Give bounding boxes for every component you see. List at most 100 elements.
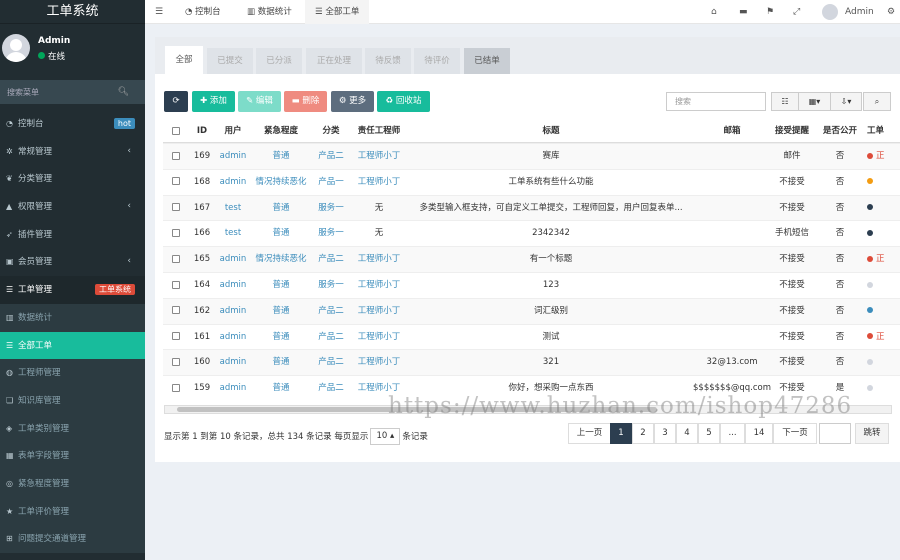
cell-engineer[interactable]: 工程师小丁 xyxy=(349,273,409,298)
col-public[interactable]: 是否公开 xyxy=(819,119,861,143)
cell-category[interactable]: 产品一 xyxy=(313,170,349,195)
sidebar-item-ticket-types[interactable]: ◈ 工单类别管理 xyxy=(0,414,145,443)
sidebar-item-category[interactable]: ❦ 分类管理 xyxy=(0,165,145,193)
row-checkbox[interactable] xyxy=(169,376,183,401)
row-checkbox[interactable] xyxy=(169,273,183,298)
page-1-button[interactable]: 1 xyxy=(610,423,632,444)
row-checkbox[interactable] xyxy=(169,196,183,221)
row-checkbox[interactable] xyxy=(169,221,183,246)
sidebar-item-engineers[interactable]: ◍ 工程师管理 xyxy=(0,359,145,387)
cell-urgency[interactable]: 普通 xyxy=(251,144,311,169)
add-button[interactable]: ✚ 添加 xyxy=(192,91,235,112)
table-row[interactable]: 169 admin 普通 产品二 工程师小丁 赛库 邮件 否 正 xyxy=(163,143,900,169)
sidebar-item-auth[interactable]: ▲ 权限管理 ‹ xyxy=(0,193,145,221)
cell-user[interactable]: admin xyxy=(215,273,251,298)
cell-urgency[interactable]: 普通 xyxy=(251,325,311,350)
more-button[interactable]: ⚙ 更多 xyxy=(331,91,374,112)
col-engineer[interactable]: 责任工程师 xyxy=(349,119,409,143)
export-button[interactable]: ⇩▾ xyxy=(830,92,862,111)
toggle-view-button[interactable]: ☷ xyxy=(771,92,799,111)
per-page-select[interactable]: 10 ▴ xyxy=(370,428,401,445)
admin-name[interactable]: Admin xyxy=(845,0,874,24)
columns-button[interactable]: ▦▾ xyxy=(798,92,831,111)
table-row[interactable]: 162 admin 普通 产品二 工程师小丁 词汇级别 不接受 否 xyxy=(163,297,900,324)
cell-category[interactable]: 产品二 xyxy=(313,247,349,272)
cell-urgency[interactable]: 普通 xyxy=(251,376,311,401)
row-checkbox[interactable] xyxy=(169,144,183,169)
cell-urgency[interactable]: 情况持续恶化 xyxy=(251,247,311,272)
col-category[interactable]: 分类 xyxy=(313,119,349,143)
table-row[interactable]: 167 test 普通 服务一无多类型输入框支持，可自定义工单提交，工程师回复，用户回… xyxy=(163,194,900,221)
sidebar-item-statistics[interactable]: ▥ 数据统计 xyxy=(0,303,145,332)
bars-icon[interactable]: ☰ xyxy=(155,0,163,24)
row-checkbox[interactable] xyxy=(169,325,183,350)
prev-page-button[interactable]: 上一页 xyxy=(568,423,611,444)
next-page-button[interactable]: 下一页 xyxy=(773,423,817,444)
refresh-button[interactable]: ⟳ xyxy=(164,91,188,112)
cell-urgency[interactable]: 普通 xyxy=(251,221,311,246)
sidebar-item-urgency[interactable]: ◎ 紧急程度管理 xyxy=(0,469,145,498)
tab-statistics[interactable]: ▥ 数据统计 xyxy=(237,0,302,24)
page-jump-button[interactable]: 跳转 xyxy=(855,423,889,444)
sidebar-search-input[interactable] xyxy=(0,80,120,104)
table-row[interactable]: 164 admin 普通 服务一 工程师小丁 123 不接受 否 xyxy=(163,272,900,298)
cell-user[interactable]: test xyxy=(215,221,251,246)
cell-user[interactable]: admin xyxy=(215,376,251,401)
page-jump-input[interactable] xyxy=(819,423,851,444)
cell-category[interactable]: 服务一 xyxy=(313,221,349,246)
tab-pending-feedback[interactable]: 待反馈 xyxy=(365,48,411,74)
col-remind[interactable]: 接受提醒 xyxy=(763,119,821,143)
col-id[interactable]: ID xyxy=(191,119,213,143)
sidebar-item-members[interactable]: ▣ 会员管理 ‹ xyxy=(0,248,145,276)
row-checkbox[interactable] xyxy=(169,350,183,375)
table-row[interactable]: 161 admin 普通 产品二 工程师小丁 测试 不接受 否 正 xyxy=(163,323,900,350)
col-user[interactable]: 用户 xyxy=(215,119,251,143)
tab-dashboard[interactable]: ◔ 控制台 xyxy=(175,0,231,24)
row-checkbox[interactable] xyxy=(169,247,183,272)
tab-pending-rating[interactable]: 待评价 xyxy=(414,48,460,74)
sidebar-item-all-tickets[interactable]: ☰ 全部工单 xyxy=(0,331,145,360)
fullscreen-icon[interactable]: ⤢ xyxy=(793,0,800,24)
search-icon[interactable]: 🔍︎ xyxy=(118,87,129,97)
col-status[interactable]: 工单 xyxy=(867,119,900,143)
page-14-button[interactable]: 14 xyxy=(745,423,773,444)
cell-category[interactable]: 产品二 xyxy=(313,350,349,375)
sidebar-item-ratings[interactable]: ★ 工单评价管理 xyxy=(0,497,145,526)
cell-category[interactable]: 产品二 xyxy=(313,299,349,324)
translate-icon[interactable]: ⚑ xyxy=(766,0,774,24)
sidebar-item-dashboard[interactable]: ◔ 控制台 hot xyxy=(0,110,145,138)
table-row[interactable]: 160 admin 普通 产品二 工程师小丁 321 32@13.com 不接受 否 xyxy=(163,349,900,376)
advanced-search-button[interactable]: ⌕ xyxy=(863,92,891,111)
page-3-button[interactable]: 3 xyxy=(654,423,676,444)
edit-button[interactable]: ✎ 编辑 xyxy=(238,91,281,112)
delete-button[interactable]: ▬ 删除 xyxy=(284,91,327,112)
cell-category[interactable]: 产品二 xyxy=(313,325,349,350)
home-icon[interactable]: ⌂ xyxy=(711,0,717,24)
cell-engineer[interactable]: 无 xyxy=(349,196,409,221)
cell-urgency[interactable]: 普通 xyxy=(251,196,311,221)
tab-all-tickets[interactable]: ☰ 全部工单 xyxy=(305,0,370,24)
sidebar-item-knowledge[interactable]: ❏ 知识库管理 xyxy=(0,386,145,415)
cell-user[interactable]: admin xyxy=(215,325,251,350)
row-checkbox[interactable] xyxy=(169,299,183,324)
table-row[interactable]: 168 admin 情况持续恶化 产品一 工程师小丁 工单系统有些什么功能 不接受 否 xyxy=(163,168,900,195)
tab-assigned[interactable]: 已分派 xyxy=(256,48,302,74)
cell-engineer[interactable]: 工程师小丁 xyxy=(349,144,409,169)
tab-all[interactable]: 全部 xyxy=(165,46,203,74)
row-checkbox[interactable] xyxy=(169,170,183,195)
select-all-checkbox[interactable] xyxy=(169,119,183,143)
cell-engineer[interactable]: 工程师小丁 xyxy=(349,170,409,195)
sidebar-item-form-fields[interactable]: ▦ 表单字段管理 xyxy=(0,442,145,470)
cell-user[interactable]: admin xyxy=(215,299,251,324)
col-title[interactable]: 标题 xyxy=(409,119,693,143)
sidebar-item-plugins[interactable]: ➶ 插件管理 xyxy=(0,221,145,249)
page-4-button[interactable]: 4 xyxy=(676,423,698,444)
cell-engineer[interactable]: 工程师小丁 xyxy=(349,299,409,324)
cell-urgency[interactable]: 普通 xyxy=(251,350,311,375)
cell-category[interactable]: 服务一 xyxy=(313,273,349,298)
sidebar-item-tickets[interactable]: ☰ 工单管理 工单系统 xyxy=(0,276,145,304)
tab-submitted[interactable]: 已提交 xyxy=(207,48,253,74)
cell-user[interactable]: admin xyxy=(215,170,251,195)
col-email[interactable]: 邮箱 xyxy=(693,119,771,143)
page-2-button[interactable]: 2 xyxy=(632,423,654,444)
